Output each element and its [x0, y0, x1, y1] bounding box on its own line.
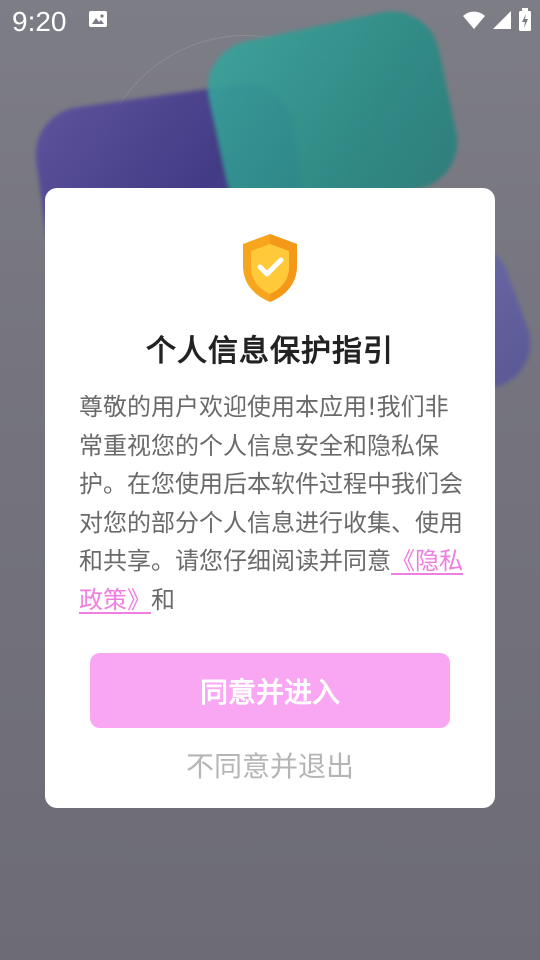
disagree-button[interactable]: 不同意并退出	[45, 744, 495, 790]
dialog-title: 个人信息保护指引	[146, 334, 394, 369]
photo-icon	[88, 10, 108, 28]
dialog-body: 尊敬的用户欢迎使用本应用!我们非常重视您的个人信息安全和隐私保护。在您使用后本软…	[79, 388, 469, 624]
agree-button[interactable]: 同意并进入	[90, 653, 450, 728]
dialog-body-suffix: 和	[151, 585, 175, 614]
wifi-icon	[462, 10, 486, 34]
status-icons	[462, 8, 532, 36]
status-time: 9:20	[12, 6, 67, 37]
privacy-dialog: 个人信息保护指引 尊敬的用户欢迎使用本应用!我们非常重视您的个人信息安全和隐私保…	[45, 188, 495, 808]
status-bar: 9:20	[0, 0, 540, 44]
battery-icon	[518, 8, 532, 36]
shield-check-icon	[239, 232, 301, 304]
signal-icon	[492, 10, 512, 34]
